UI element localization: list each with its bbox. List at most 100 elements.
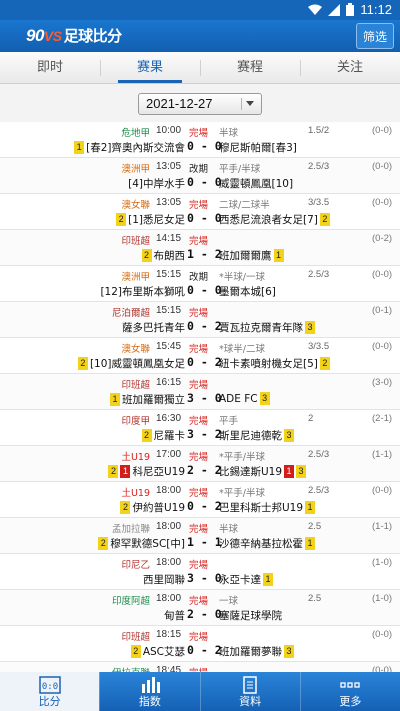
nav-label: 指数 <box>138 695 161 708</box>
match-status: 完場 <box>189 665 208 672</box>
away-team-name: ADE FC <box>219 392 258 405</box>
match-row[interactable]: 孟加拉聯 18:00 完場 半球 2.5 (1-1) 2 穆罕默德SC[中] 1 - 1 沙德辛納… <box>0 518 400 554</box>
away-team: 斯里尼迪德乾 3 <box>219 428 294 443</box>
match-row[interactable]: 澳女聯 15:45 完場 *球半/二球 3/3.5 (0-0) 2 [10]威靈頓鳳凰女足 0 … <box>0 338 400 374</box>
match-time: 18:45 <box>156 665 182 672</box>
yellow-card-count: 3 <box>296 465 307 478</box>
nav-more[interactable]: 更多 <box>299 672 400 711</box>
home-team-name: [12]布里斯本獅吼 <box>100 286 185 298</box>
filter-button[interactable]: 筛选 <box>356 23 394 49</box>
home-team-name: 穆罕默德SC[中] <box>110 538 185 550</box>
handicap: *球半/二球 <box>219 344 265 355</box>
status-icons: 11:12 <box>308 2 392 17</box>
score: 1 - 2 <box>187 247 222 261</box>
away-team: 巴里科斯士邦U19 1 <box>219 500 316 515</box>
league-name: 澳女聯 <box>121 344 150 355</box>
match-time: 18:00 <box>156 521 182 532</box>
match-row[interactable]: 土U19 17:00 完場 *平手/半球 2.5/3 (1-1) 2 1 科尼亞U19 2 - 2… <box>0 446 400 482</box>
document-icon <box>243 676 257 694</box>
nav-scores[interactable]: 0:0 比分 <box>0 672 100 711</box>
away-team-name: 比錫達斯U19 <box>219 466 283 478</box>
over-under: 2.5 <box>308 593 322 604</box>
scoreboard-icon: 0:0 <box>38 676 61 694</box>
score: 0 - 0 <box>187 283 222 297</box>
away-team-name: 賈瓦拉克爾青年隊 <box>219 322 303 334</box>
yellow-card-count: 2 <box>130 645 141 658</box>
match-row[interactable]: 澳洲甲 15:15 改期 *半球/一球 2.5/3 (0-0) [12]布里斯本獅吼 0 - … <box>0 266 400 302</box>
match-status: 完場 <box>189 128 209 139</box>
away-team: 賈瓦拉克爾青年隊 3 <box>219 320 315 335</box>
handicap: 平手/半球 <box>219 164 261 175</box>
home-team-name: 薩多巴托青年 <box>122 322 185 334</box>
match-status: 完場 <box>189 308 209 319</box>
nav-data[interactable]: 資料 <box>199 672 300 711</box>
app-header: 90VS 足球比分 筛选 <box>0 20 400 52</box>
handicap: *半球/一球 <box>219 272 265 283</box>
wifi-icon <box>308 4 323 15</box>
match-time: 18:00 <box>156 485 182 496</box>
match-row[interactable]: 伊拉克聯18:45完場(0-0)[15]納夫特米桑1 - 0塔拉巴[5] <box>0 662 400 672</box>
away-team: 比錫達斯U19 1 3 <box>219 464 307 479</box>
match-row[interactable]: 印度阿超 18:00 完場 一球 2.5 (1-0) 甸普 2 - 0 塞薩足球學院 <box>0 590 400 626</box>
match-row[interactable]: 危地甲 10:00 完場 半球 1.5/2 (0-0) 1 [春2]齊奧內斯交流會 0 - 0穆… <box>0 122 400 158</box>
match-status: 完場 <box>189 560 209 571</box>
yellow-card-count: 2 <box>319 357 330 370</box>
half-time-score: (1-1) <box>372 521 393 532</box>
score: 0 - 2 <box>187 499 222 513</box>
tab-schedule[interactable]: 赛程 <box>200 52 300 83</box>
home-team: 1 班加羅爾獨立 <box>110 392 185 407</box>
yellow-card-count: 3 <box>305 321 315 334</box>
nav-odds[interactable]: 指数 <box>99 672 199 711</box>
away-team: ADE FC 3 <box>219 392 270 405</box>
yellow-card-count: 3 <box>284 645 294 658</box>
more-icon <box>340 682 361 688</box>
league-name: 印度阿超 <box>111 596 150 607</box>
match-time: 18:00 <box>156 593 182 604</box>
nav-label: 資料 <box>239 695 262 708</box>
yellow-card-count: 2 <box>141 429 152 442</box>
handicap: 半球 <box>219 128 239 139</box>
logo-text: 足球比分 <box>63 28 123 45</box>
match-time: 10:00 <box>156 125 182 136</box>
score: 0 - 0 <box>187 211 222 225</box>
match-row[interactable]: 印度甲 16:30 完場 平手 2 (2-1) 2 尼羅卡 3 - 2 斯里尼迪德乾 3 <box>0 410 400 446</box>
away-team: 紐卡素噴射機女足[5] 2 <box>219 356 330 371</box>
away-team: 威靈頓鳳凰[10] <box>219 176 293 191</box>
tab-following[interactable]: 关注 <box>300 52 400 83</box>
match-status: 完場 <box>189 344 209 355</box>
match-status: 完場 <box>189 200 209 211</box>
app-logo: 90VS 足球比分 <box>26 25 122 46</box>
away-team-name: 班加爾爾鷹 <box>219 250 272 262</box>
bottom-nav: 0:0 比分 指数 資料 更多 <box>0 672 400 711</box>
home-team: 2 布朗西 <box>141 248 185 263</box>
home-team: 西里岡聯 <box>143 572 185 587</box>
yellow-card-count: 2 <box>141 249 152 262</box>
match-row[interactable]: 尼泊爾超 15:15 完場 (0-1) 薩多巴托青年 0 - 2 賈瓦拉克爾青年隊 3 <box>0 302 400 338</box>
match-row[interactable]: 印班超 18:15 完場 (0-0) 2 ASC艾瑟 0 - 2 班加羅爾夢聯 3 <box>0 626 400 662</box>
league-name: 印班超 <box>121 380 150 391</box>
match-row[interactable]: 澳洲甲 13:05 改期 平手/半球 2.5/3 (0-0) [4]中岸水手 0 - 0 威靈頓… <box>0 158 400 194</box>
yellow-card-count: 1 <box>110 393 120 406</box>
match-list[interactable]: 危地甲 10:00 完場 半球 1.5/2 (0-0) 1 [春2]齊奧內斯交流會 0 - 0穆… <box>0 122 400 672</box>
match-row[interactable]: 印班超 14:15 完場 (0-2) 2 布朗西 1 - 2 班加爾爾鷹 1 <box>0 230 400 266</box>
red-card-count: 1 <box>284 465 295 478</box>
yellow-card-count: 3 <box>284 429 294 442</box>
score: 0 - 2 <box>187 355 222 369</box>
match-row[interactable]: 印尼乙 18:00 完場 (1-0) 西里岡聯 3 - 0 永亞卡達 1 <box>0 554 400 590</box>
tab-live[interactable]: 即时 <box>0 52 100 83</box>
home-team: 薩多巴托青年 <box>122 320 185 335</box>
match-row[interactable]: 印班超 16:15 完場 (3-0) 1 班加羅爾獨立 3 - 0 ADE FC 3 <box>0 374 400 410</box>
date-selector[interactable]: 2021-12-27 <box>138 93 262 115</box>
match-time: 13:05 <box>156 161 182 172</box>
tab-results[interactable]: 赛果 <box>100 52 200 83</box>
away-team-name: 沙德辛納基拉松霍 <box>219 538 303 550</box>
match-status: 完場 <box>189 524 209 535</box>
away-team-name: 墨爾本城[6] <box>219 286 276 298</box>
home-team-name: [春2]齊奧內斯交流會 <box>86 142 185 154</box>
match-row[interactable]: 土U19 18:00 完場 *平手/半球 2.5/3 (0-0) 2 伊約普U19 0 - 2巴… <box>0 482 400 518</box>
away-team-name: 紐卡素噴射機女足[5] <box>219 358 318 370</box>
match-row[interactable]: 澳女聯 13:05 完場 二球/二球半 3/3.5 (0-0) 2 [1]悉尼女足 0 - 0西… <box>0 194 400 230</box>
league-name: 危地甲 <box>121 128 150 139</box>
yellow-card-count: 1 <box>273 249 284 262</box>
home-team: [12]布里斯本獅吼 <box>100 284 185 299</box>
